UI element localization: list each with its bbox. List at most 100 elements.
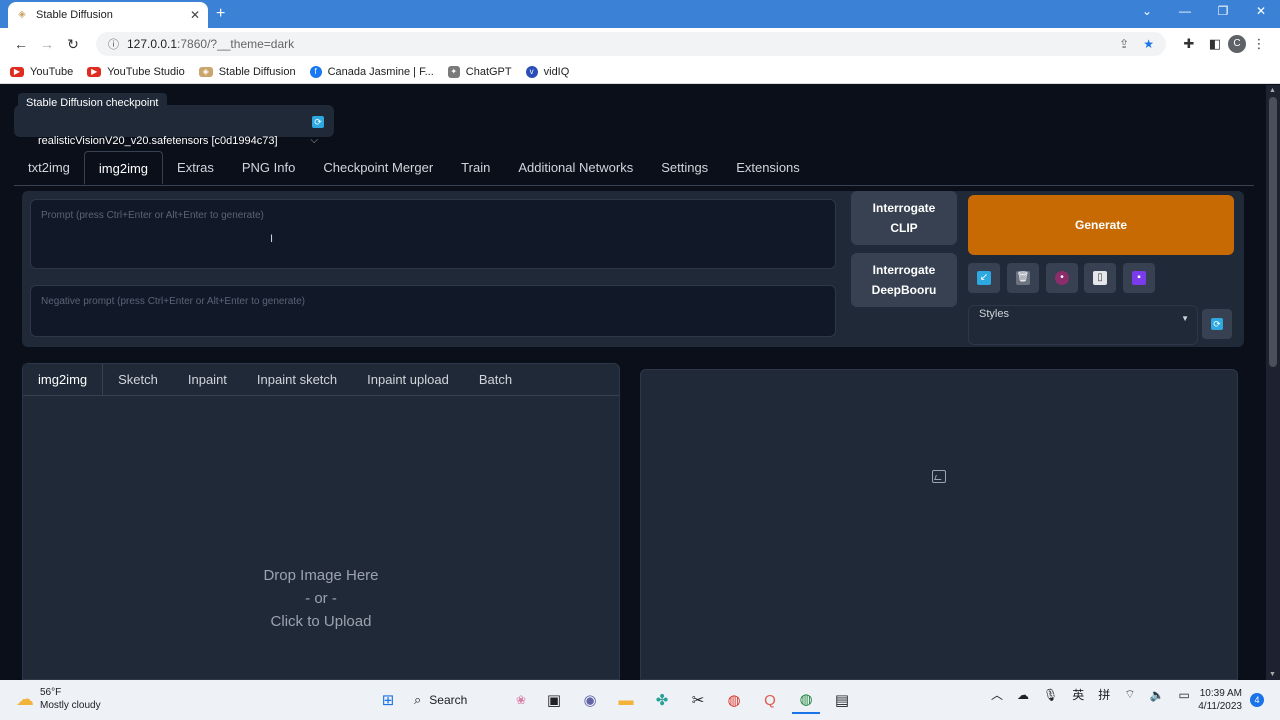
checkpoint-dropdown[interactable]: realisticVisionV20_v20.safetensors [c0d1… <box>28 131 318 153</box>
system-tray: ︿ ☁ 🎙 英 拼 ⌔ 🔈 ▭ <box>984 686 1197 703</box>
bookmark-label: YouTube Studio <box>107 65 185 78</box>
tray-expand-icon[interactable]: ︿ <box>991 686 1003 703</box>
reload-icon[interactable]: ↻ <box>60 36 86 53</box>
tab-divider <box>14 185 1254 186</box>
browser-nav-bar: ← → ↻ ⓘ 127.0.0.1:7860/?__theme=dark ⇪ ★… <box>0 28 1280 60</box>
refresh-icon: ⟳ <box>1211 318 1223 330</box>
chat-icon[interactable]: ◉ <box>576 686 604 714</box>
search-label: Search <box>429 693 468 707</box>
styles-dropdown[interactable]: Styles ▼ <box>968 305 1198 345</box>
address-bar[interactable]: ⓘ 127.0.0.1:7860/?__theme=dark ⇪ ★ <box>96 32 1166 56</box>
microphone-icon[interactable]: 🎙 <box>1043 688 1058 702</box>
tab-train[interactable]: Train <box>447 151 504 185</box>
stable-diffusion-app: realisticVisionV20_v20.safetensors [c0d1… <box>0 85 1266 680</box>
scroll-down-icon[interactable]: ▼ <box>1269 671 1276 678</box>
chevron-down-icon[interactable]: ⌵ <box>310 131 318 151</box>
input-language[interactable]: 英 <box>1072 686 1084 703</box>
refresh-checkpoint-button[interactable]: ⟳ <box>308 112 328 132</box>
tab-additional-networks[interactable]: Additional Networks <box>504 151 647 185</box>
tab-checkpoint-merger[interactable]: Checkpoint Merger <box>309 151 447 185</box>
tab-png-info[interactable]: PNG Info <box>228 151 309 185</box>
interrogate-clip-button[interactable]: Interrogate CLIP <box>851 191 957 245</box>
tab-search-icon[interactable]: ⌄ <box>1128 4 1166 18</box>
save-style-button[interactable]: ▪ <box>1123 263 1155 293</box>
apply-style-button[interactable]: ▯ <box>1084 263 1116 293</box>
browser-tab-title: Stable Diffusion <box>36 9 113 21</box>
system-clock[interactable]: 10:39 AM 4/11/2023 <box>1186 687 1242 713</box>
taskbar-search[interactable]: ⌕ Search ❀ <box>406 686 536 714</box>
input-method[interactable]: 拼 <box>1098 686 1110 703</box>
subtab-inpaint-sketch[interactable]: Inpaint sketch <box>242 364 352 396</box>
app-q-icon[interactable]: Q <box>756 686 784 714</box>
weather-widget[interactable]: ☁ 56°F Mostly cloudy <box>16 686 101 712</box>
subtab-batch[interactable]: Batch <box>464 364 527 396</box>
close-window-icon[interactable]: ✕ <box>1242 4 1280 18</box>
paste-prompt-button[interactable]: ↙ <box>968 263 1000 293</box>
page-scrollbar[interactable]: ▲ ▼ <box>1266 85 1280 680</box>
temperature: 56°F <box>40 687 62 698</box>
refresh-styles-button[interactable]: ⟳ <box>1202 309 1232 339</box>
scrollbar-thumb[interactable] <box>1269 97 1277 367</box>
bookmark-youtube[interactable]: ▶ YouTube <box>10 66 73 78</box>
youtube-icon: ▶ <box>10 66 24 77</box>
share-icon[interactable]: ⇪ <box>1119 37 1129 51</box>
bookmark-facebook[interactable]: f Canada Jasmine | F... <box>309 65 434 78</box>
close-tab-icon[interactable]: ✕ <box>190 8 200 22</box>
tab-extensions[interactable]: Extensions <box>722 151 814 185</box>
wifi-icon[interactable]: ⌔ <box>1124 687 1135 702</box>
forward-arrow-icon[interactable]: → <box>34 36 60 52</box>
back-arrow-icon[interactable]: ← <box>8 36 34 52</box>
image-placeholder-icon <box>932 470 946 483</box>
image-drop-zone[interactable]: Drop Image Here - or - Click to Upload <box>23 564 619 633</box>
browser-tab[interactable]: ◈ Stable Diffusion ✕ <box>8 2 208 28</box>
url-host: 127.0.0.1 <box>127 37 178 51</box>
chevron-down-icon[interactable]: ▼ <box>1181 314 1189 323</box>
interrogate-deepbooru-button[interactable]: Interrogate DeepBooru <box>851 253 957 307</box>
show-extra-networks-button[interactable]: • <box>1046 263 1078 293</box>
file-explorer-icon[interactable]: ▬ <box>612 686 640 714</box>
bookmark-stable-diffusion[interactable]: ◈ Stable Diffusion <box>198 66 296 78</box>
image-input-panel: img2img Sketch Inpaint Inpaint sketch In… <box>22 363 620 680</box>
tab-img2img[interactable]: img2img <box>83 151 164 185</box>
bookmark-youtube-studio[interactable]: ▶ YouTube Studio <box>87 65 185 78</box>
windows-start-icon[interactable]: ⊞ <box>374 686 402 714</box>
negative-prompt-input[interactable]: Negative prompt (press Ctrl+Enter or Alt… <box>30 285 836 337</box>
tab-extras[interactable]: Extras <box>163 151 228 185</box>
weather-condition: Mostly cloudy <box>40 700 101 711</box>
extensions-puzzle-icon[interactable]: ✚ <box>1176 36 1202 52</box>
notification-badge[interactable]: 4 <box>1250 693 1264 707</box>
scroll-up-icon[interactable]: ▲ <box>1269 87 1276 94</box>
volume-icon[interactable]: 🔈 <box>1150 688 1165 702</box>
subtab-inpaint[interactable]: Inpaint <box>173 364 242 396</box>
task-view-icon[interactable]: ▣ <box>540 686 568 714</box>
prompt-input[interactable]: Prompt (press Ctrl+Enter or Alt+Enter to… <box>30 199 836 269</box>
generate-button[interactable]: Generate <box>968 195 1234 255</box>
bookmark-chatgpt[interactable]: ✦ ChatGPT <box>447 65 512 78</box>
chrome-icon[interactable]: ◍ <box>720 686 748 714</box>
capcut-icon[interactable]: ✂ <box>684 686 712 714</box>
subtab-img2img[interactable]: img2img <box>23 364 104 396</box>
taskbar-apps: ⊞ ⌕ Search ❀ ▣ ◉ ▬ ✤ ✂ ◍ Q ◍ ▤ <box>370 686 860 714</box>
terminal-icon[interactable]: ▤ <box>828 686 856 714</box>
app-icon[interactable]: ✤ <box>648 686 676 714</box>
tab-txt2img[interactable]: txt2img <box>14 151 84 185</box>
subtab-inpaint-upload[interactable]: Inpaint upload <box>352 364 464 396</box>
clear-prompt-button[interactable]: 🗑 <box>1007 263 1039 293</box>
minimize-icon[interactable]: — <box>1166 4 1204 18</box>
browser-tab-bar: ◈ Stable Diffusion ✕ + ⌄ — ❐ ✕ <box>0 0 1280 28</box>
subtab-sketch[interactable]: Sketch <box>103 364 173 396</box>
side-panel-icon[interactable]: ◧ <box>1202 36 1228 52</box>
facebook-icon: f <box>309 65 322 78</box>
new-tab-button[interactable]: + <box>216 4 225 24</box>
tab-settings[interactable]: Settings <box>647 151 722 185</box>
maximize-icon[interactable]: ❐ <box>1204 4 1242 18</box>
menu-kebab-icon[interactable]: ⋮ <box>1246 36 1272 52</box>
info-icon[interactable]: ⓘ <box>108 36 119 52</box>
chrome-active-icon[interactable]: ◍ <box>792 686 820 714</box>
onedrive-cloud-icon[interactable]: ☁ <box>1017 688 1029 702</box>
bookmark-star-icon[interactable]: ★ <box>1143 37 1154 51</box>
bookmark-vidiq[interactable]: v vidIQ <box>525 65 569 78</box>
profile-avatar[interactable]: C <box>1228 35 1246 53</box>
prompt-panel: Prompt (press Ctrl+Enter or Alt+Enter to… <box>22 191 1244 347</box>
clock-time: 10:39 AM <box>1199 688 1242 699</box>
